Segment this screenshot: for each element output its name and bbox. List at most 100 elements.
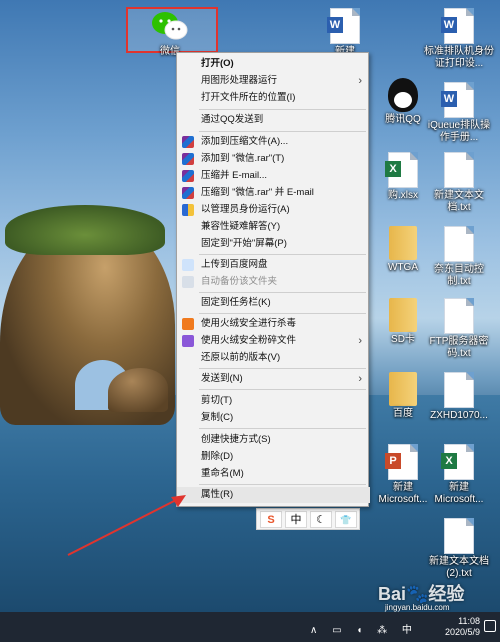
menu-item-upload-baidu[interactable]: 上传到百度网盘	[177, 257, 370, 273]
menu-item-compress-email[interactable]: 压缩并 E-mail...	[177, 168, 370, 184]
folder-icon	[389, 226, 417, 260]
menu-item-label: 打开文件所在的位置(I)	[201, 92, 296, 103]
menu-item-rename[interactable]: 重命名(M)	[177, 466, 370, 482]
desktop-icon-label: 新建文本文档(2).txt	[429, 556, 489, 579]
desktop-icon-word[interactable]: W 新建	[310, 8, 380, 58]
menu-item-run-as-admin[interactable]: 以管理员身份运行(A)	[177, 202, 370, 218]
menu-separator	[199, 484, 366, 485]
menu-item-label: 添加到 "微信.rar"(T)	[201, 153, 285, 164]
menu-item-pin-start[interactable]: 固定到"开始"屏幕(P)	[177, 236, 370, 252]
menu-item-send-to[interactable]: 发送到(N) ›	[177, 371, 370, 387]
menu-item-label: 打开(O)	[201, 58, 234, 69]
menu-item-create-shortcut[interactable]: 创建快捷方式(S)	[177, 432, 370, 448]
context-menu: 打开(O) 用图形处理器运行 › 打开文件所在的位置(I) 通过QQ发送到 添加到…	[176, 52, 370, 507]
folder-icon	[389, 372, 417, 406]
menu-item-label: 压缩到 "微信.rar" 并 E-mail	[201, 187, 314, 198]
menu-separator	[199, 254, 366, 255]
desktop-icon-txt[interactable]: 新建文本文档.txt	[424, 152, 494, 214]
text-document-icon	[444, 518, 474, 554]
menu-separator	[199, 389, 366, 390]
menu-item-huorong-scan[interactable]: 使用火绒安全进行杀毒	[177, 316, 370, 332]
text-document-icon	[444, 226, 474, 262]
desktop-icon-word-3[interactable]: W iQueue排队操作手册...	[424, 82, 494, 144]
baidu-jingyan-url: jingyan.baidu.com	[385, 603, 450, 612]
menu-item-label: 通过QQ发送到	[201, 114, 264, 125]
menu-item-label: 创建快捷方式(S)	[201, 434, 271, 445]
menu-item-properties[interactable]: 属性(R)	[177, 487, 370, 503]
menu-item-label: 使用火绒安全粉碎文件	[201, 335, 297, 346]
desktop-icon-excel-2[interactable]: X 新建 Microsoft...	[424, 444, 494, 506]
menu-item-label: 用图形处理器运行	[201, 75, 278, 86]
excel-document-icon: X	[441, 444, 474, 480]
uac-shield-icon	[182, 204, 194, 216]
menu-item-delete[interactable]: 删除(D)	[177, 449, 370, 465]
menu-item-run-gpu[interactable]: 用图形处理器运行 ›	[177, 73, 370, 89]
desktop-icon-label: 标准排队机身份证打印设...	[424, 46, 494, 69]
menu-item-label: 兼容性疑难解答(Y)	[201, 221, 281, 232]
menu-item-copy[interactable]: 复制(C)	[177, 410, 370, 426]
desktop-icon-txt-3[interactable]: FTP服务器密码.txt	[424, 298, 494, 360]
desktop-icon-word-2[interactable]: W 标准排队机身份证打印设...	[424, 8, 494, 70]
menu-item-label: 添加到压缩文件(A)...	[201, 136, 289, 147]
menu-item-label: 自动备份该文件夹	[201, 276, 278, 287]
menu-separator	[199, 109, 366, 110]
ime-chinese-mode-button[interactable]: 中	[285, 511, 307, 528]
desktop-icon-label: FTP服务器密码.txt	[429, 336, 489, 359]
menu-item-open[interactable]: 打开(O)	[177, 56, 370, 72]
menu-item-label: 压缩并 E-mail...	[201, 170, 267, 181]
desktop-icon-label: 新建文本文档.txt	[434, 190, 484, 213]
menu-item-add-rar[interactable]: 添加到 "微信.rar"(T)	[177, 151, 370, 167]
menu-item-compat-troubleshoot[interactable]: 兼容性疑难解答(Y)	[177, 219, 370, 235]
menu-item-compress-rar-email[interactable]: 压缩到 "微信.rar" 并 E-mail	[177, 185, 370, 201]
baidu-netdisk-icon	[182, 259, 194, 271]
menu-separator	[199, 313, 366, 314]
baidu-netdisk-icon	[182, 276, 194, 288]
menu-item-auto-backup: 自动备份该文件夹	[177, 274, 370, 290]
folder-icon	[389, 298, 417, 332]
action-center-icon[interactable]	[484, 620, 496, 632]
desktop-icon-txt-5[interactable]: 新建文本文档(2).txt	[424, 518, 494, 580]
wallpaper-island-vegetation	[5, 205, 165, 255]
word-document-icon: W	[441, 82, 474, 118]
menu-item-label: 还原以前的版本(V)	[201, 352, 281, 363]
sogou-ime-button[interactable]: S	[260, 511, 282, 528]
wallpaper-rock	[108, 368, 168, 412]
desktop-icon-label: 奈东目动控制.txt	[434, 264, 484, 287]
menu-item-label: 固定到任务栏(K)	[201, 297, 271, 308]
menu-item-label: 剪切(T)	[201, 395, 233, 406]
excel-document-icon: X	[385, 152, 418, 188]
menu-item-pin-taskbar[interactable]: 固定到任务栏(K)	[177, 295, 370, 311]
word-document-icon: W	[327, 8, 360, 44]
menu-item-label: 以管理员身份运行(A)	[201, 204, 290, 215]
submenu-arrow-icon: ›	[358, 75, 362, 87]
ime-halfwidth-button[interactable]: ☾	[310, 511, 332, 528]
desktop-icon-txt-2[interactable]: 奈东目动控制.txt	[424, 226, 494, 288]
ime-toolbar: S 中 ☾ 👕	[256, 508, 360, 530]
winrar-icon	[182, 187, 194, 199]
menu-item-huorong-shred[interactable]: 使用火绒安全粉碎文件 ›	[177, 333, 370, 349]
menu-item-label: 属性(R)	[201, 489, 234, 500]
wechat-icon	[152, 12, 188, 40]
taskbar: ∧ ▭ ◖ ⁂ 中 11:08 2020/5/9	[0, 612, 500, 642]
clock-time: 11:08	[458, 616, 480, 626]
menu-item-send-qq[interactable]: 通过QQ发送到	[177, 112, 370, 128]
huorong-icon	[182, 318, 194, 330]
menu-item-label: 固定到"开始"屏幕(P)	[201, 238, 287, 249]
taskbar-clock[interactable]: 11:08 2020/5/9	[445, 616, 480, 638]
desktop-icon-txt-4[interactable]: ZXHD1070...	[424, 372, 494, 422]
menu-item-cut[interactable]: 剪切(T)	[177, 393, 370, 409]
ime-skin-button[interactable]: 👕	[335, 511, 357, 528]
submenu-arrow-icon: ›	[358, 373, 362, 385]
menu-item-open-location[interactable]: 打开文件所在的位置(I)	[177, 90, 370, 106]
menu-item-label: 上传到百度网盘	[201, 259, 268, 270]
menu-item-restore-versions[interactable]: 还原以前的版本(V)	[177, 350, 370, 366]
qq-penguin-icon	[388, 78, 418, 112]
menu-item-add-archive[interactable]: 添加到压缩文件(A)...	[177, 134, 370, 150]
desktop-icon-wechat[interactable]: 微信	[135, 10, 205, 58]
submenu-arrow-icon: ›	[358, 335, 362, 347]
system-tray-icons[interactable]: ∧ ▭ ◖ ⁂ 中	[310, 621, 418, 636]
menu-separator	[199, 368, 366, 369]
menu-item-label: 重命名(M)	[201, 468, 244, 479]
winrar-icon	[182, 136, 194, 148]
menu-separator	[199, 292, 366, 293]
